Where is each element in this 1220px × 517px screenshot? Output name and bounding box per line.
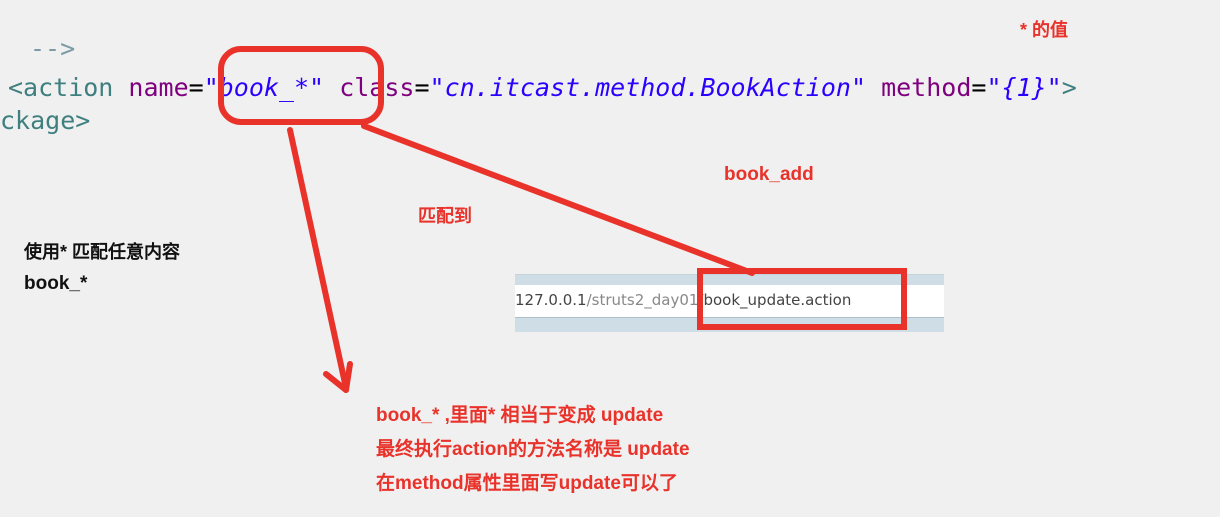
match-line xyxy=(361,123,755,276)
arrow-head-right xyxy=(343,361,353,393)
name-value-highlight xyxy=(218,46,384,125)
arrow-shaft xyxy=(287,127,349,391)
url-action-highlight xyxy=(697,268,907,330)
annotation-overlay xyxy=(218,46,907,393)
